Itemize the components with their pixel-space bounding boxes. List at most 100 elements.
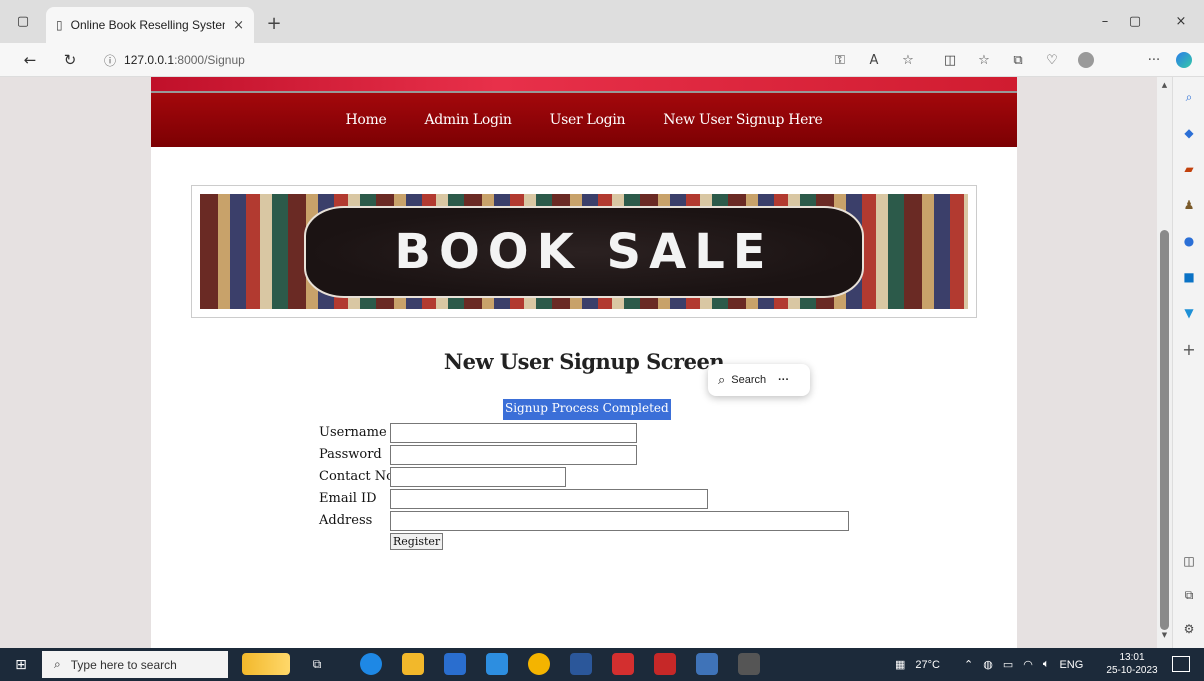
sidebar-panel-icon[interactable]: ◫ — [1177, 549, 1201, 573]
new-tab-button[interactable]: + — [262, 11, 286, 35]
store-app-icon[interactable] — [444, 653, 466, 675]
contact-row: Contact No — [319, 467, 919, 487]
taskbar-search-box[interactable]: ⌕ Type here to search — [42, 651, 228, 678]
tab-title: Online Book Reselling System — [70, 18, 226, 32]
password-input[interactable] — [390, 445, 637, 465]
nav-home[interactable]: Home — [345, 112, 386, 128]
close-window-button[interactable]: × — [1158, 0, 1204, 43]
page-title: New User Signup Screen — [443, 349, 725, 374]
scroll-down-icon[interactable]: ▼ — [1159, 631, 1170, 642]
email-label: Email ID — [319, 491, 377, 506]
address-bar[interactable]: ⓘ 127.0.0.1:8000/Signup — [104, 48, 804, 72]
chrome-app-icon[interactable] — [528, 653, 550, 675]
url-host: 127.0.0.1 — [124, 53, 175, 67]
widgets-icon[interactable] — [242, 653, 290, 675]
acrobat-app-icon[interactable] — [612, 653, 634, 675]
nav-new-user-signup[interactable]: New User Signup Here — [663, 112, 823, 128]
tray-chevron-icon[interactable]: ⌃ — [964, 658, 973, 671]
wifi-icon[interactable]: ◠ — [1023, 658, 1033, 671]
address-label: Address — [319, 513, 373, 528]
file-explorer-icon[interactable] — [402, 653, 424, 675]
language-indicator[interactable]: ENG — [1059, 659, 1083, 671]
word-app-icon[interactable] — [570, 653, 592, 675]
tab-close-icon[interactable]: × — [233, 18, 244, 33]
edge-app-icon[interactable] — [360, 653, 382, 675]
scrollbar-thumb[interactable] — [1160, 230, 1169, 630]
popup-more-icon[interactable]: ··· — [778, 374, 789, 386]
nav-admin-login[interactable]: Admin Login — [424, 112, 511, 128]
add-sidebar-icon[interactable]: + — [1177, 337, 1201, 361]
collections-icon[interactable]: ⧉ — [1006, 48, 1030, 72]
password-label: Password — [319, 447, 382, 462]
banner-text: BOOK SALE — [394, 224, 774, 280]
browser-tab[interactable]: ▯ Online Book Reselling System × — [46, 7, 254, 43]
contact-label: Contact No — [319, 469, 394, 484]
banner-plaque: BOOK SALE — [304, 206, 864, 298]
task-view-icon[interactable]: ⧉ — [306, 653, 328, 675]
favorite-star-icon[interactable]: ☆ — [896, 48, 920, 72]
refresh-icon[interactable]: ↻ — [58, 48, 82, 72]
page-icon: ▯ — [56, 18, 63, 32]
drop-icon[interactable]: ▼ — [1177, 301, 1201, 325]
nav-user-login[interactable]: User Login — [550, 112, 626, 128]
register-button[interactable]: Register — [390, 533, 444, 550]
address-input[interactable] — [390, 511, 849, 531]
terminal-app-icon[interactable] — [738, 653, 760, 675]
banner-frame: BOOK SALE — [191, 185, 977, 318]
contact-input[interactable] — [390, 467, 566, 487]
popup-search-label[interactable]: Search — [731, 374, 766, 386]
outlook-icon[interactable]: ■ — [1177, 265, 1201, 289]
copilot-icon[interactable] — [1172, 48, 1196, 72]
system-clock[interactable]: 13:01 25-10-2023 — [1104, 651, 1160, 677]
back-icon[interactable]: ← — [18, 48, 42, 72]
address-row: Address — [319, 511, 919, 531]
username-input[interactable] — [390, 423, 637, 443]
password-row: Password — [319, 445, 919, 465]
network-icon[interactable]: ◍ — [983, 658, 993, 671]
battery-icon[interactable]: ▭ — [1003, 658, 1013, 671]
favorites-icon[interactable]: ☆ — [972, 48, 996, 72]
site-container: Home Admin Login User Login New User Sig… — [151, 77, 1017, 648]
clock-time: 13:01 — [1119, 652, 1145, 663]
password-key-icon[interactable]: ⚿ — [828, 48, 852, 72]
browser-essentials-icon[interactable]: ♡ — [1040, 48, 1064, 72]
main-menu: Home Admin Login User Login New User Sig… — [151, 93, 1017, 147]
page-scrollbar[interactable]: ▲ ▼ — [1157, 77, 1172, 648]
microsoft-365-icon[interactable]: ● — [1177, 229, 1201, 253]
restore-button[interactable]: ▢ — [1112, 0, 1158, 43]
system-tray: ▦ 27°C ⌃ ◍ ▭ ◠ 🔈︎ ENG — [895, 648, 1083, 681]
volume-icon[interactable]: 🔈︎ — [1043, 658, 1050, 671]
taskbar-search-placeholder: Type here to search — [70, 657, 177, 672]
email-input[interactable] — [390, 489, 708, 509]
search-sidebar-icon[interactable]: ⌕ — [1177, 85, 1201, 109]
read-aloud-icon[interactable]: A — [862, 48, 886, 72]
more-menu-icon[interactable]: ··· — [1142, 48, 1166, 72]
windows-start-icon[interactable]: ⊞ — [0, 648, 42, 681]
info-icon[interactable]: ⓘ — [104, 52, 116, 69]
page-viewport: Home Admin Login User Login New User Sig… — [0, 77, 1157, 648]
weather-icon[interactable]: ▦ — [895, 658, 905, 671]
clock-date: 25-10-2023 — [1106, 665, 1158, 676]
paint-app-icon[interactable] — [654, 653, 676, 675]
header-graphic — [151, 77, 1017, 93]
windows-taskbar: ⊞ ⌕ Type here to search ⧉ ▦ 27°C ⌃ ◍ ▭ ◠… — [0, 648, 1204, 681]
weather-temp[interactable]: 27°C — [915, 659, 940, 671]
search-icon[interactable]: ⌕ — [718, 372, 725, 388]
notification-icon[interactable] — [1172, 656, 1190, 672]
tools-icon[interactable]: ▰ — [1177, 157, 1201, 181]
address-toolbar: ← ↻ ⓘ 127.0.0.1:8000/Signup ⚿ A ☆ ◫ ☆ ⧉ … — [0, 43, 1204, 77]
tab-actions-icon[interactable]: ▢ — [0, 0, 46, 43]
profile-avatar-icon[interactable] — [1074, 48, 1098, 72]
url-path: :8000/Signup — [174, 53, 245, 67]
email-row: Email ID — [319, 489, 919, 509]
settings-gear-icon[interactable]: ⚙ — [1177, 617, 1201, 641]
split-screen-icon[interactable]: ◫ — [938, 48, 962, 72]
tab-bar: ▢ ▯ Online Book Reselling System × + – ▢… — [0, 0, 1204, 43]
games-icon[interactable]: ♟ — [1177, 193, 1201, 217]
python-app-icon[interactable] — [696, 653, 718, 675]
username-label: Username — [319, 425, 387, 440]
shopping-icon[interactable]: ◆ — [1177, 121, 1201, 145]
scroll-up-icon[interactable]: ▲ — [1159, 81, 1170, 92]
open-external-icon[interactable]: ⧉ — [1177, 583, 1201, 607]
mail-app-icon[interactable] — [486, 653, 508, 675]
